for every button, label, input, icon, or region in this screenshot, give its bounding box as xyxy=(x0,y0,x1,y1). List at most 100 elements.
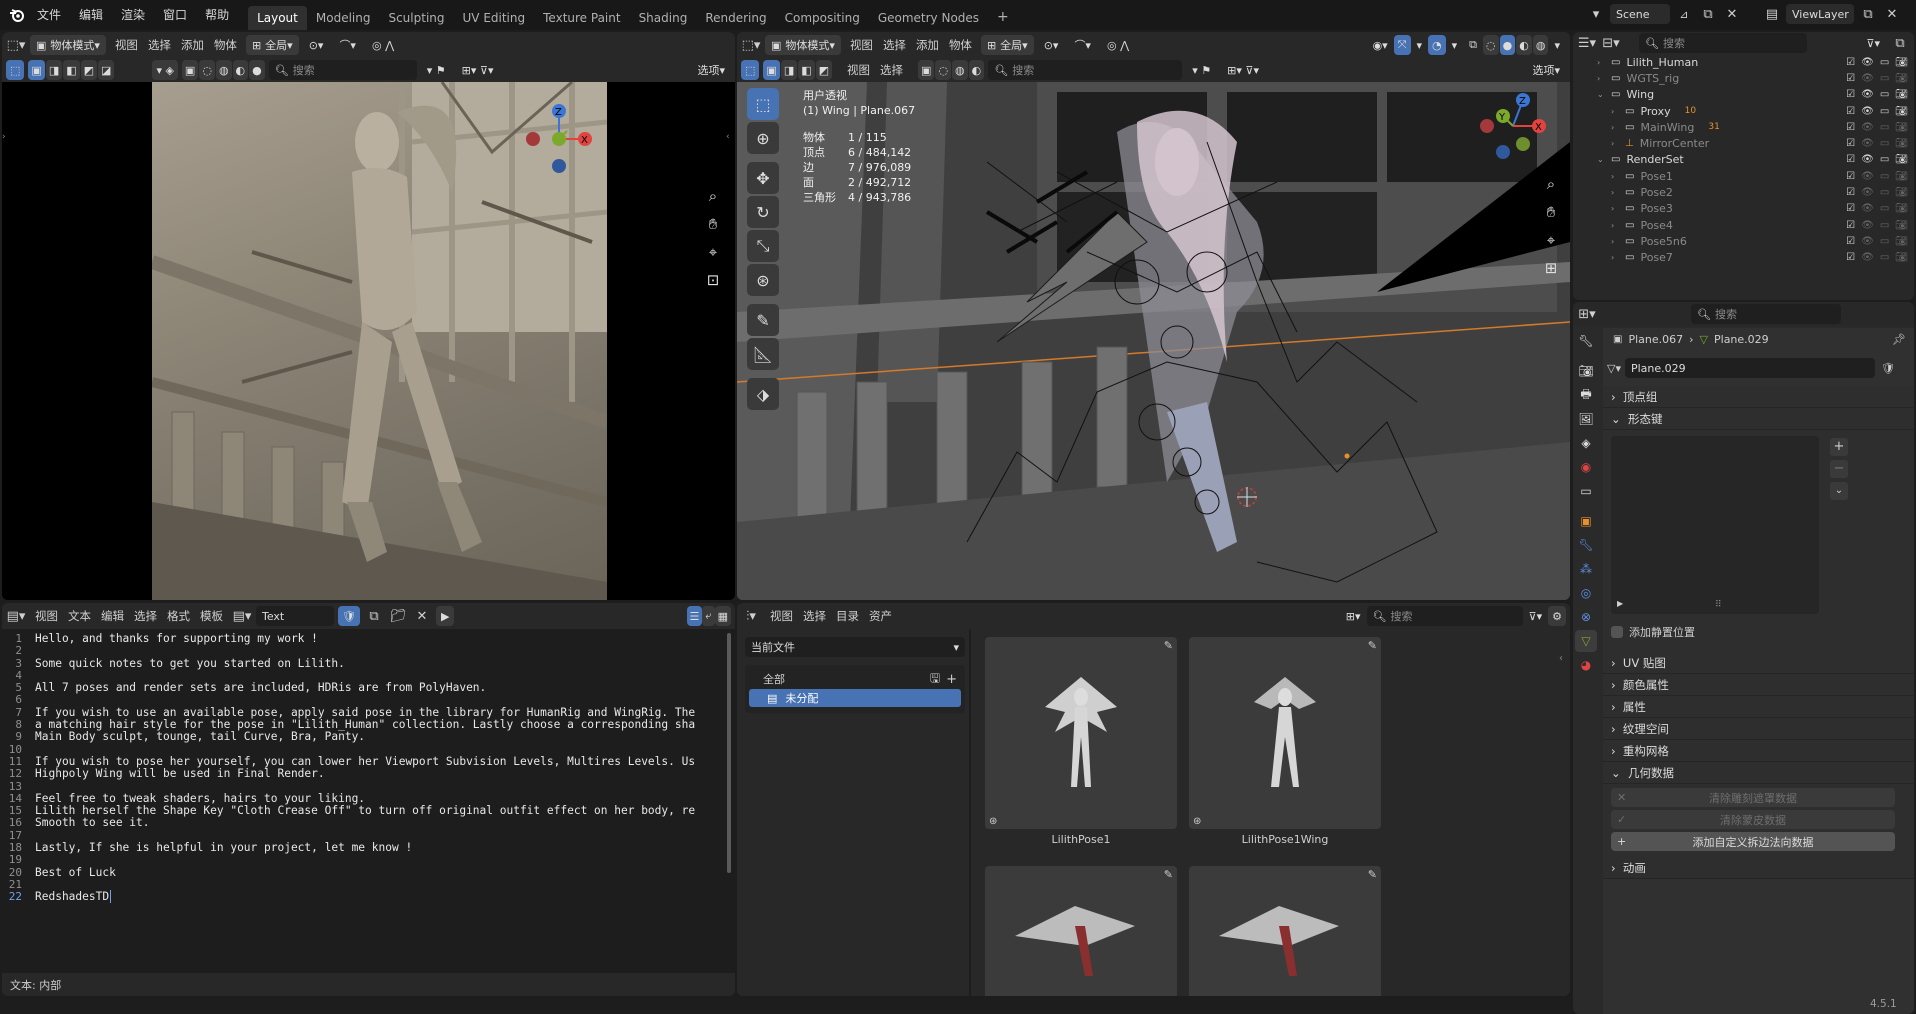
list-expand-icon[interactable]: ▶ xyxy=(1617,599,1623,608)
expand-arrow-icon[interactable]: › xyxy=(1611,188,1625,197)
exclude-checkbox-icon[interactable]: ☑ xyxy=(1846,203,1855,214)
visibility-icon[interactable]: ◉▾ xyxy=(1367,35,1394,55)
mesh-name-field[interactable]: Plane.029 xyxy=(1624,358,1875,378)
viewport-left-canvas[interactable] xyxy=(2,80,735,600)
menu-select[interactable]: 选择 xyxy=(143,37,176,53)
pan-hand-icon[interactable]: ✋︎ xyxy=(1537,198,1565,226)
exclude-checkbox-icon[interactable]: ☑ xyxy=(1846,89,1855,100)
shape-key-specials-button[interactable]: ⌄ xyxy=(1830,482,1848,500)
exclude-checkbox-icon[interactable]: ☑ xyxy=(1846,187,1855,198)
new-scene-icon[interactable]: ⧉ xyxy=(1698,4,1718,24)
select-new-icon[interactable]: ▣ xyxy=(763,60,780,80)
blender-logo-icon[interactable] xyxy=(6,5,28,25)
clear-sculpt-mask-button[interactable]: ✕ 清除雕刻遮罩数据 xyxy=(1611,788,1895,807)
workspace-tab[interactable]: Geometry Nodes xyxy=(869,6,988,30)
rotate-tool-icon[interactable]: ↻ xyxy=(747,196,779,228)
select-subtract-icon[interactable]: ◧ xyxy=(798,60,815,80)
add-cube-tool-icon[interactable]: ⬗ xyxy=(747,378,779,410)
snap-icon[interactable]: ⌒▾ xyxy=(333,35,362,55)
visibility-eye-icon[interactable]: 👁︎ xyxy=(1861,187,1874,198)
workspace-tab[interactable]: Sculpting xyxy=(379,6,453,30)
view-layer-tab-icon[interactable]: 🖼︎ xyxy=(1575,408,1597,430)
section-texture-space[interactable]: › 纹理空间 xyxy=(1603,718,1914,740)
asset-thumbnail[interactable]: ✎ xyxy=(985,866,1177,996)
visibility-eye-icon[interactable]: 👁︎ xyxy=(1861,252,1874,263)
solid-icon[interactable]: ◍ xyxy=(215,60,232,80)
text-line[interactable]: Main Body sculpt, tounge, tail Curve, Br… xyxy=(35,731,725,744)
rendered-icon[interactable]: ● xyxy=(249,60,265,80)
outliner-row[interactable]: › ▭ Pose4 ☑ 👁︎ ▭ 📷︎ xyxy=(1573,217,1914,233)
filter-funnel-icon[interactable]: ⊞▾ ⊽▾ xyxy=(1221,60,1265,80)
catalog-all[interactable]: 全部 🖫︎ + xyxy=(749,669,961,689)
asset-browser-menu-item[interactable]: 选择 xyxy=(798,608,831,624)
lock-icon[interactable]: ⊡ xyxy=(699,266,727,294)
visibility-eye-icon[interactable]: 👁︎ xyxy=(1861,154,1874,165)
pivot-icon[interactable]: ⊙▾ xyxy=(1038,35,1065,55)
text-line[interactable] xyxy=(35,854,725,866)
open-folder-icon[interactable]: 📁︎ xyxy=(388,606,408,626)
add-workspace-button[interactable]: + xyxy=(988,5,1018,29)
asset-thumbnail[interactable]: ✎ xyxy=(1189,866,1381,996)
catalog-unassigned[interactable]: ▤ 未分配 xyxy=(749,689,961,707)
outliner-search-input[interactable]: 🔍︎ 搜索 xyxy=(1639,33,1807,53)
pivot-icon[interactable]: ⊙▾ xyxy=(303,35,330,55)
run-script-icon[interactable]: ▶ xyxy=(435,606,455,626)
proportional-icon[interactable]: ◎ ⋀ xyxy=(366,35,400,55)
tool-tab-icon[interactable]: 🔧︎ xyxy=(1575,330,1597,352)
expand-arrow-icon[interactable]: › xyxy=(1611,139,1625,148)
edit-asset-icon[interactable]: ✎ xyxy=(1368,639,1377,652)
menu-add[interactable]: 添加 xyxy=(911,37,944,53)
shape-keys-list[interactable]: ▶ ⠿ xyxy=(1611,436,1819,614)
navigation-gizmo[interactable]: Z X Y xyxy=(1473,86,1553,166)
viewport-display-icon[interactable]: ▭ xyxy=(1880,236,1889,247)
viewport-display-icon[interactable]: ▭ xyxy=(1880,203,1889,214)
rendered-icon[interactable]: ◍ xyxy=(1532,35,1549,55)
gizmo-dropdown-icon[interactable]: ▾ xyxy=(1411,35,1429,55)
section-remesh[interactable]: › 重构网格 xyxy=(1603,740,1914,762)
shading-dropdown-icon[interactable]: ▾ xyxy=(1548,35,1566,55)
constraints-tab-icon[interactable]: ⊗ xyxy=(1575,606,1597,628)
visibility-eye-icon[interactable]: 👁︎ xyxy=(1861,171,1874,182)
select-extend-icon[interactable]: ◨ xyxy=(45,60,63,80)
viewport-display-icon[interactable]: ▭ xyxy=(1880,106,1889,117)
move-tool-icon[interactable]: ✥ xyxy=(747,162,779,194)
clear-skin-data-button[interactable]: ✓ 清除蒙皮数据 xyxy=(1611,810,1895,829)
measure-tool-icon[interactable]: 📐︎ xyxy=(747,338,779,370)
top-menu-item[interactable]: 编辑 xyxy=(70,1,112,29)
select-box-icon[interactable]: ⬚ xyxy=(6,60,25,80)
asset-browser-menu-item[interactable]: 目录 xyxy=(831,608,864,624)
editor-type-icon[interactable]: ⬚▾ xyxy=(6,35,26,55)
menu-object[interactable]: 物体 xyxy=(944,37,977,53)
delete-viewlayer-icon[interactable]: ✕ xyxy=(1882,4,1902,24)
exclude-checkbox-icon[interactable]: ☑ xyxy=(1846,236,1855,247)
select-invert-icon[interactable]: ◩ xyxy=(80,60,98,80)
add-rest-position-checkbox[interactable] xyxy=(1611,626,1623,638)
syntax-highlight-icon[interactable]: ▦ xyxy=(714,606,731,626)
exclude-checkbox-icon[interactable]: ☑ xyxy=(1846,154,1855,165)
outliner-row[interactable]: › ▭ Pose2 ☑ 👁︎ ▭ 📷︎ xyxy=(1573,184,1914,200)
grid-icon[interactable]: ⊞ xyxy=(1537,254,1565,282)
camera-icon[interactable]: ⌖ xyxy=(1537,226,1565,254)
display-mode-icon[interactable]: ⊞▾ xyxy=(1340,606,1367,626)
camera-icon[interactable]: ⌖ xyxy=(699,238,727,266)
text-line[interactable]: Lastly, If she is helpful in your projec… xyxy=(35,841,725,854)
duplicate-icon[interactable]: ⧉ xyxy=(364,606,384,626)
expand-arrow-icon[interactable]: › xyxy=(1597,58,1611,67)
edit-asset-icon[interactable]: ✎ xyxy=(1164,639,1173,652)
exclude-checkbox-icon[interactable]: ☑ xyxy=(1846,220,1855,231)
pin-icon[interactable]: 📌︎ xyxy=(1892,333,1906,346)
menu-view-2[interactable]: 视图 xyxy=(842,62,875,78)
outliner-row[interactable]: › ▭ Pose1 ☑ 👁︎ ▭ 📷︎ xyxy=(1573,168,1914,184)
viewport-display-icon[interactable]: ▭ xyxy=(1880,252,1889,263)
viewport-display-icon[interactable]: ▭ xyxy=(1880,57,1889,68)
render-tab-icon[interactable]: 📷︎ xyxy=(1575,360,1597,382)
render-camera-icon[interactable]: 📷︎ xyxy=(1895,73,1908,84)
outliner-filter-icon[interactable]: ⊽▾ xyxy=(1860,33,1886,53)
material-tab-icon[interactable]: ◕ xyxy=(1575,654,1597,676)
viewport-display-icon[interactable]: ▭ xyxy=(1880,73,1889,84)
menu-view[interactable]: 视图 xyxy=(845,37,878,53)
visibility-eye-icon[interactable]: 👁︎ xyxy=(1861,138,1874,149)
text-editor-menu-item[interactable]: 编辑 xyxy=(96,608,129,624)
text-editor-menu-item[interactable]: 模板 xyxy=(195,608,228,624)
viewport-search-input[interactable]: 🔍︎ 搜索 xyxy=(268,60,417,80)
